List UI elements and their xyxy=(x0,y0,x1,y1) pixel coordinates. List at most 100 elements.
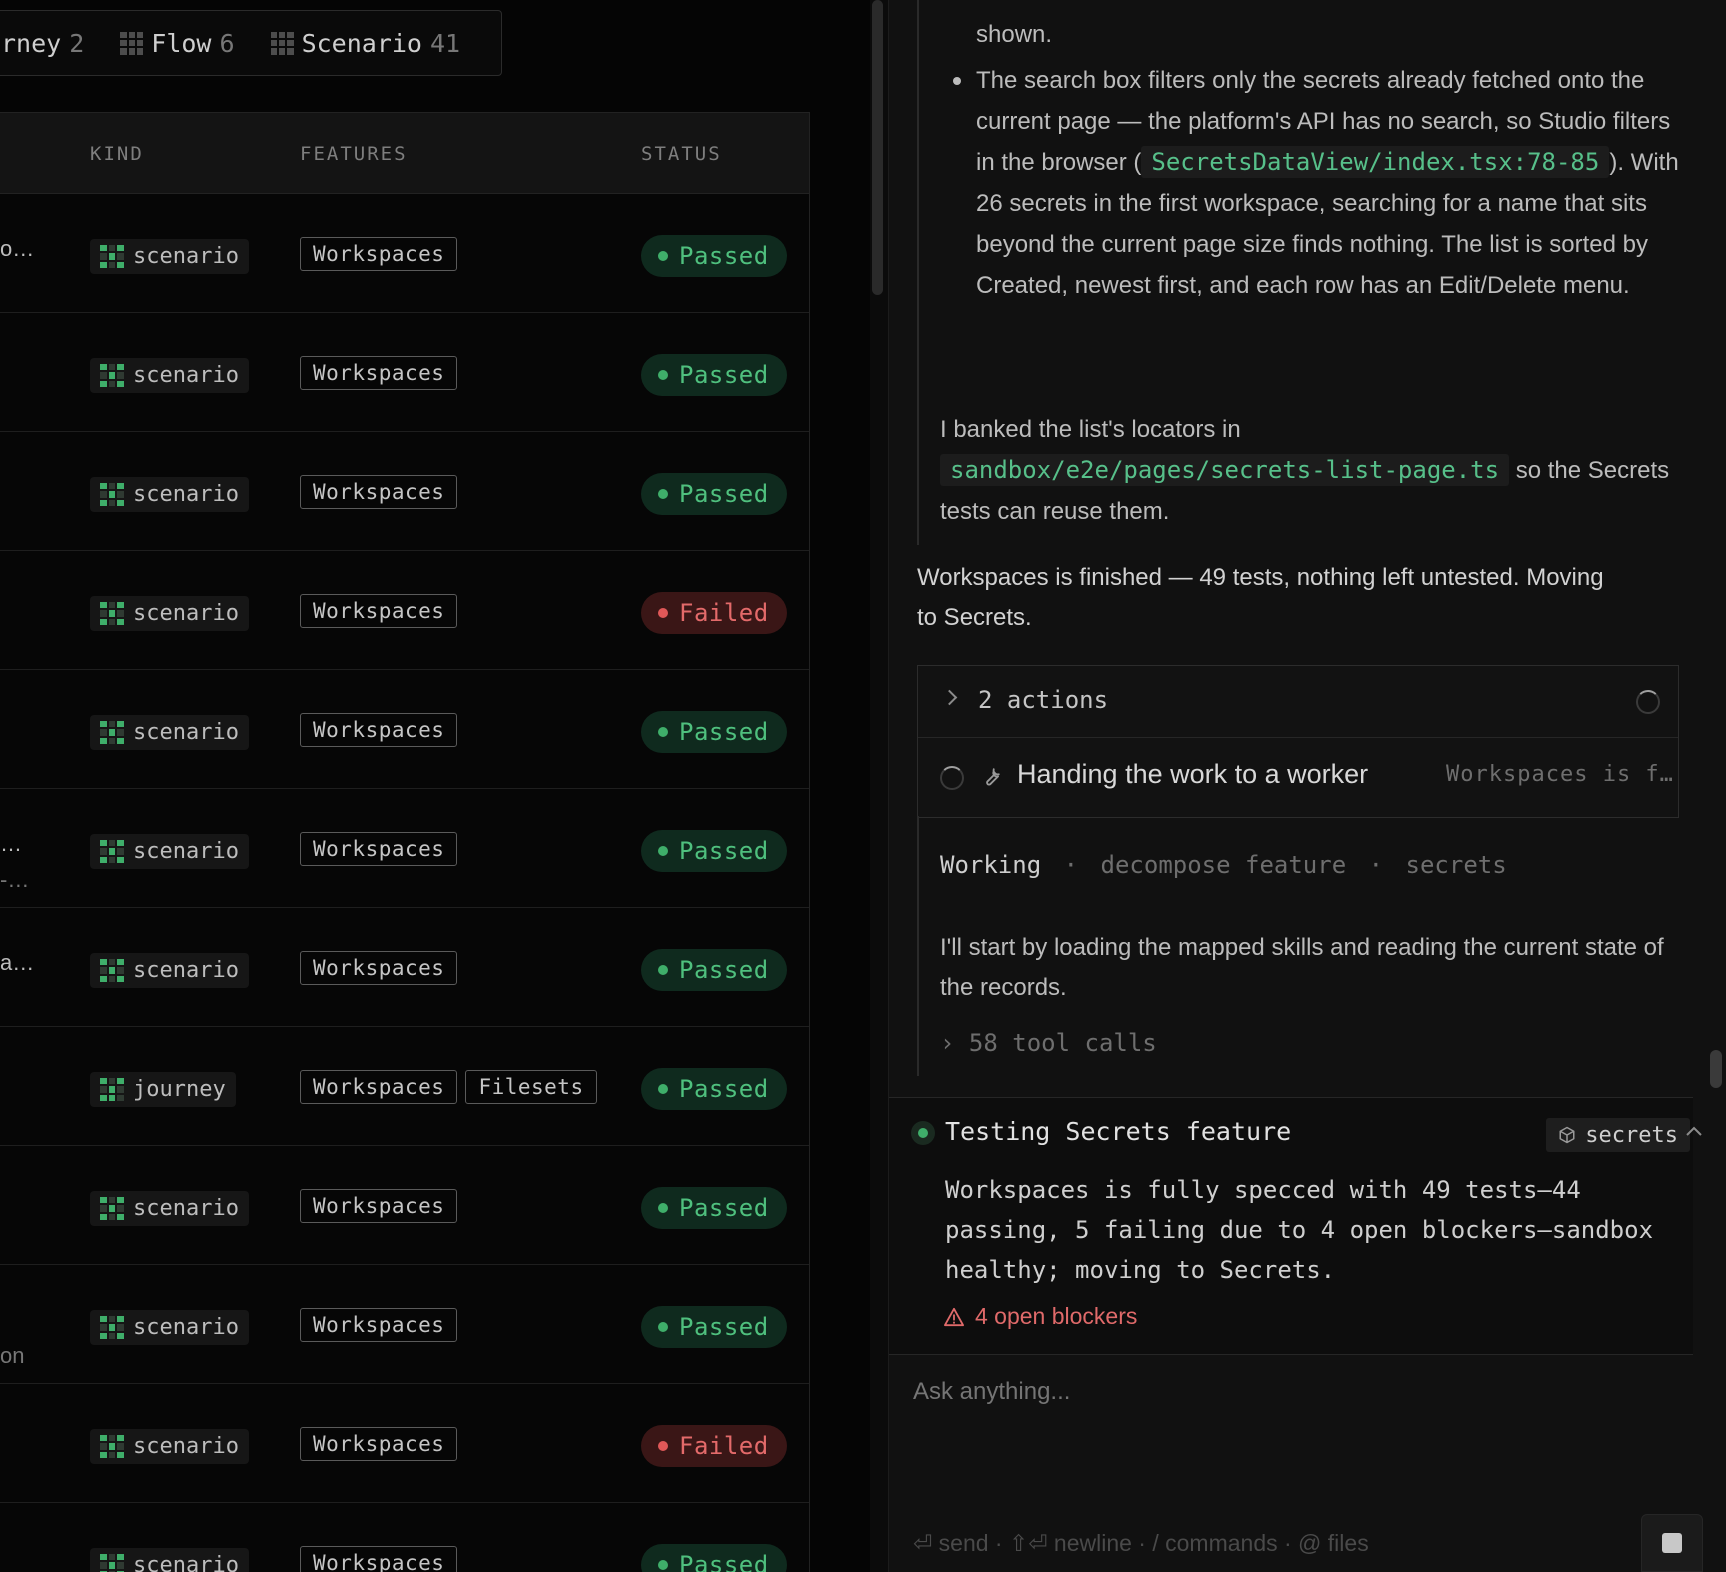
box-icon xyxy=(1559,1126,1575,1144)
status-badge: Passed xyxy=(641,949,787,991)
code-ref-secrets-list-page[interactable]: sandbox/e2e/pages/secrets-list-page.ts xyxy=(940,454,1510,486)
bullet-search-note: The search box filters only the secrets … xyxy=(976,67,1679,299)
grid-icon xyxy=(100,1315,124,1340)
feature-tag[interactable]: Workspaces xyxy=(300,1070,458,1104)
bullet-prev-tail: shown. xyxy=(976,21,1053,48)
feature-tag[interactable]: Workspaces xyxy=(300,356,458,390)
feature-tags: Workspaces xyxy=(300,713,458,747)
table-row[interactable]: … -… scenario Workspaces Passed xyxy=(0,789,809,908)
feature-tags: Workspaces xyxy=(300,475,458,509)
filter-flow[interactable]: Flow 6 xyxy=(120,29,235,58)
test-name: o… xyxy=(0,236,35,261)
feature-tag[interactable]: Workspaces xyxy=(300,1546,458,1572)
chat-scrollbar-thumb[interactable] xyxy=(1710,1050,1722,1088)
table-row[interactable]: a… scenario Workspaces Passed xyxy=(0,908,809,1027)
feature-tag[interactable]: Workspaces xyxy=(300,237,458,271)
tests-pane: rney 2 Flow 6 Scenario 41 KIND FEATURES … xyxy=(0,0,870,1572)
kind-badge: scenario xyxy=(90,358,249,393)
status-card-title: Testing Secrets feature xyxy=(945,1117,1292,1146)
status-dot xyxy=(658,1203,668,1213)
test-name: a… xyxy=(0,950,35,975)
left-scrollbar-thumb[interactable] xyxy=(872,0,883,295)
working-status: Working · decompose feature · secrets xyxy=(940,851,1507,879)
status-badge: Passed xyxy=(641,711,787,753)
bullet-dot xyxy=(953,77,961,85)
kind-badge: scenario xyxy=(90,1310,249,1345)
test-subtitle: on xyxy=(0,1343,25,1368)
chevron-right-icon: › xyxy=(940,1029,955,1057)
grid-icon xyxy=(120,31,144,55)
feature-tags: Workspaces xyxy=(300,951,458,985)
table-row[interactable]: scenario Workspaces Passed xyxy=(0,1503,809,1572)
tests-table: KIND FEATURES STATUS o… scenario Workspace… xyxy=(0,112,810,1572)
kind-filter-bar: rney 2 Flow 6 Scenario 41 xyxy=(0,10,502,76)
status-dot xyxy=(658,1560,668,1570)
feature-tag[interactable]: Workspaces xyxy=(300,1427,458,1461)
feature-tag[interactable]: Workspaces xyxy=(300,832,458,866)
status-dot xyxy=(658,370,668,380)
table-row[interactable]: scenario Workspaces Passed xyxy=(0,1146,809,1265)
actions-group: 2 actions Handing the work to a worker W… xyxy=(917,665,1679,818)
column-status[interactable]: STATUS xyxy=(641,143,722,165)
filter-scenario[interactable]: Scenario 41 xyxy=(270,29,460,58)
feature-tag[interactable]: Filesets xyxy=(465,1070,597,1104)
table-row[interactable]: journey Workspaces Filesets Passed xyxy=(0,1027,809,1146)
status-dot xyxy=(658,608,668,618)
column-kind[interactable]: KIND xyxy=(90,143,144,165)
actions-toggle[interactable]: 2 actions xyxy=(918,666,1678,738)
table-row[interactable]: scenario Workspaces Failed xyxy=(0,551,809,670)
column-features[interactable]: FEATURES xyxy=(300,143,408,165)
handoff-row[interactable]: Handing the work to a worker Workspaces … xyxy=(918,738,1678,819)
actions-count: 2 actions xyxy=(978,686,1109,714)
table-body: o… scenario Workspaces Passed scenario Worksp… xyxy=(0,194,809,1572)
grid-icon xyxy=(100,1077,124,1102)
feature-tag[interactable]: Workspaces xyxy=(300,951,458,985)
stop-button[interactable] xyxy=(1641,1514,1703,1572)
kind-badge: scenario xyxy=(90,715,249,750)
table-row[interactable]: scenario Workspaces Passed xyxy=(0,432,809,551)
grid-icon xyxy=(100,244,124,269)
worker-thread-line xyxy=(917,816,919,1076)
feature-tags: Workspaces xyxy=(300,832,458,866)
worker-message: I'll start by loading the mapped skills … xyxy=(940,934,1664,1001)
tool-calls-toggle[interactable]: › 58 tool calls xyxy=(940,1029,1157,1057)
warning-icon xyxy=(944,1307,964,1326)
feature-chip-secrets[interactable]: secrets xyxy=(1546,1118,1690,1152)
status-dot xyxy=(658,251,668,261)
status-dot xyxy=(658,727,668,737)
table-row[interactable]: scenario Workspaces Passed xyxy=(0,670,809,789)
feature-tag[interactable]: Workspaces xyxy=(300,1189,458,1223)
code-ref-secrets-view[interactable]: SecretsDataView/index.tsx:78-85 xyxy=(1141,146,1610,178)
kind-badge: scenario xyxy=(90,1429,249,1464)
kind-badge: scenario xyxy=(90,1548,249,1572)
open-blockers-link[interactable]: 4 open blockers xyxy=(943,1303,1137,1330)
status-badge: Passed xyxy=(641,1306,787,1348)
table-row[interactable]: o… scenario Workspaces Passed xyxy=(0,194,809,313)
feature-tags: Workspaces xyxy=(300,1189,458,1223)
feature-tag[interactable]: Workspaces xyxy=(300,594,458,628)
feature-tag[interactable]: Workspaces xyxy=(300,475,458,509)
table-row[interactable]: scenario Workspaces Passed xyxy=(0,313,809,432)
feature-tags: Workspaces xyxy=(300,594,458,628)
workspaces-finished-msg: Workspaces is finished — 49 tests, nothi… xyxy=(917,564,1604,631)
stop-icon xyxy=(1662,1533,1682,1553)
feature-tags: Workspaces Filesets xyxy=(300,1070,597,1104)
wrench-icon xyxy=(986,768,1000,786)
table-row[interactable]: scenario Workspaces Failed xyxy=(0,1384,809,1503)
status-badge: Passed xyxy=(641,473,787,515)
table-row[interactable]: on scenario Workspaces Passed xyxy=(0,1265,809,1384)
chat-input[interactable] xyxy=(913,1378,1693,1498)
feature-tags: Workspaces xyxy=(300,1427,458,1461)
feature-tag[interactable]: Workspaces xyxy=(300,713,458,747)
status-badge: Failed xyxy=(641,592,787,634)
grid-icon xyxy=(100,720,124,745)
status-badge: Passed xyxy=(641,1068,787,1110)
status-card-summary: Workspaces is fully specced with 49 test… xyxy=(945,1176,1654,1284)
status-badge: Passed xyxy=(641,1187,787,1229)
kind-badge: scenario xyxy=(90,596,249,631)
feature-tag[interactable]: Workspaces xyxy=(300,1308,458,1342)
filter-journey[interactable]: rney 2 xyxy=(1,29,84,58)
status-badge: Passed xyxy=(641,354,787,396)
test-subtitle: -… xyxy=(0,867,30,892)
chevron-up-icon[interactable] xyxy=(1685,1124,1703,1138)
